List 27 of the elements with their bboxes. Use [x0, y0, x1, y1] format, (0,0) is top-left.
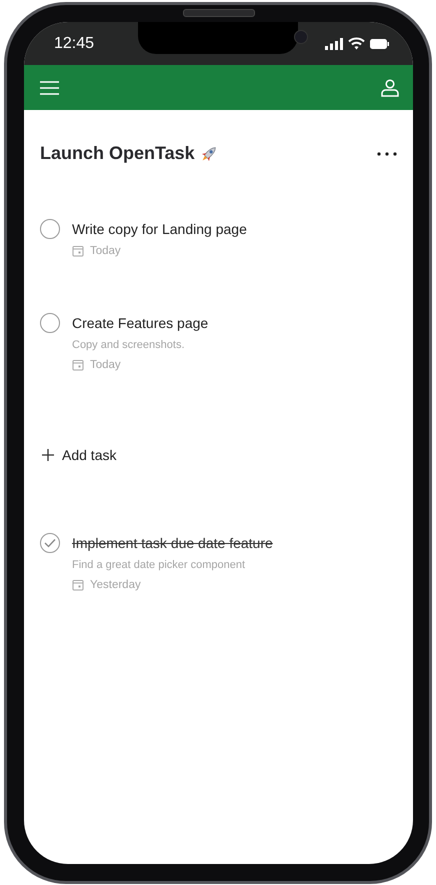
- wifi-icon: [348, 37, 365, 50]
- camera-icon: [294, 30, 308, 44]
- more-options-icon[interactable]: [377, 152, 397, 156]
- task-checkbox[interactable]: [40, 313, 60, 333]
- due-date: Today: [90, 359, 121, 371]
- task-title[interactable]: Write copy for Landing page: [72, 221, 247, 237]
- signal-icon: [325, 38, 343, 50]
- project-title: Launch OpenTask: [40, 143, 195, 164]
- calendar-icon: [72, 245, 84, 257]
- add-task-button[interactable]: Add task: [40, 447, 116, 463]
- task-description: Copy and screenshots.: [72, 339, 186, 351]
- task-checkbox[interactable]: [40, 533, 60, 553]
- calendar-icon: [72, 579, 84, 591]
- battery-icon: [370, 38, 389, 48]
- task-description: Find a great date picker component: [72, 559, 246, 571]
- task-checkbox[interactable]: [40, 219, 60, 239]
- status-time: 12:45: [54, 34, 94, 52]
- menu-icon[interactable]: [40, 80, 59, 94]
- due-date: Yesterday: [90, 579, 141, 591]
- task-title[interactable]: Implement task due date feature: [72, 535, 273, 551]
- due-date: Today: [90, 245, 121, 257]
- user-icon[interactable]: [381, 78, 399, 96]
- task-title[interactable]: Create Features page: [72, 315, 208, 331]
- calendar-icon: [72, 359, 84, 371]
- speaker-grille: [183, 9, 255, 17]
- checkmark-icon: [44, 538, 56, 548]
- plus-icon: [42, 449, 54, 461]
